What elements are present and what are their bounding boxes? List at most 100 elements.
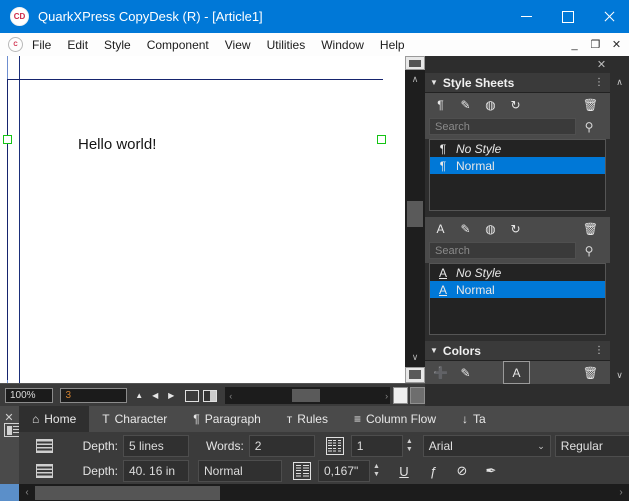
menu-item-view[interactable]: View — [218, 35, 258, 55]
panel-options-icon[interactable]: ⋮ — [594, 347, 604, 354]
font-family-select[interactable]: Arial ⌄ — [423, 435, 551, 457]
search-icon[interactable]: ⚲ — [576, 118, 602, 135]
status-resize-box[interactable] — [393, 387, 408, 404]
panel-scroll-down-icon[interactable]: ∨ — [610, 367, 629, 384]
palette-grip[interactable]: ✕ — [0, 406, 19, 484]
selection-handle-top-right[interactable] — [377, 135, 386, 144]
edit-paragraph-style-icon[interactable]: ✎ — [453, 94, 478, 115]
columns-icon[interactable] — [326, 437, 344, 455]
duplicate-character-style-icon[interactable]: ◍ — [478, 218, 503, 239]
canvas-horizontal-scrollbar[interactable]: ‹ › — [225, 387, 390, 404]
column-gutter-icon[interactable] — [293, 462, 311, 480]
document-canvas[interactable]: Hello world! — [0, 56, 425, 383]
character-style-search-input[interactable] — [429, 242, 576, 259]
paragraph-style-search-input[interactable] — [429, 118, 576, 135]
maximize-button[interactable] — [547, 0, 588, 33]
hscroll-right-button[interactable]: › — [385, 391, 388, 401]
depth-field-inches[interactable] — [123, 460, 189, 482]
canvas-vertical-scrollbar[interactable]: ∧ ∨ — [405, 56, 425, 383]
menu-item-utilities[interactable]: Utilities — [260, 35, 313, 55]
menu-item-file[interactable]: File — [25, 35, 58, 55]
text-box-frame[interactable] — [7, 79, 383, 380]
tab-rules[interactable]: ᴛ Rules — [274, 406, 341, 432]
new-character-style-icon[interactable]: A — [428, 218, 453, 239]
zoom-level-field[interactable]: 100% — [5, 388, 53, 403]
tab-home[interactable]: ⌂ Home — [19, 406, 89, 432]
scroll-down-button[interactable]: ∨ — [405, 349, 425, 366]
columns-field[interactable] — [351, 435, 403, 457]
scrollbar-thumb[interactable] — [407, 201, 423, 227]
layout-depth-icon[interactable] — [36, 439, 53, 453]
character-style-list[interactable]: A No Style A Normal — [429, 263, 606, 335]
tab-column-flow[interactable]: ≡ Column Flow — [341, 406, 449, 432]
scrollbar-bottom-box[interactable] — [405, 367, 425, 383]
list-item[interactable]: ¶ No Style — [430, 140, 605, 157]
palette-scroll-right-icon[interactable]: › — [613, 487, 629, 498]
collapse-triangle-icon[interactable]: ▼ — [430, 78, 438, 87]
minimize-button[interactable] — [506, 0, 547, 33]
list-item[interactable]: A No Style — [430, 264, 605, 281]
hscroll-thumb[interactable] — [292, 389, 320, 402]
palette-scroll-thumb[interactable] — [35, 486, 220, 500]
panel-options-icon[interactable]: ⋮ — [594, 79, 604, 86]
hscroll-left-button[interactable]: ‹ — [225, 391, 237, 401]
underline-button[interactable]: U — [392, 460, 416, 482]
scroll-up-button[interactable]: ∧ — [405, 71, 425, 88]
menu-item-style[interactable]: Style — [97, 35, 138, 55]
update-paragraph-style-icon[interactable]: ↻ — [503, 94, 528, 115]
panel-scroll-strip[interactable]: ∧ ∨ — [610, 56, 629, 406]
tab-tabs[interactable]: ↓ Ta — [449, 406, 499, 432]
new-paragraph-style-icon[interactable]: ¶ — [428, 94, 453, 115]
menu-item-help[interactable]: Help — [373, 35, 412, 55]
words-count-field[interactable] — [249, 435, 315, 457]
list-item[interactable]: ¶ Normal — [430, 157, 605, 174]
no-style-button[interactable]: ⊘ — [450, 460, 474, 482]
style-sheets-panel-header[interactable]: ▼ Style Sheets ⋮ — [425, 73, 610, 93]
page-up-button[interactable]: ▲ — [132, 388, 147, 404]
mdi-close-button[interactable]: ✕ — [606, 35, 627, 54]
palette-close-icon[interactable]: ✕ — [3, 411, 15, 423]
document-page[interactable]: Hello world! — [0, 56, 410, 383]
gutter-width-field[interactable] — [318, 460, 370, 482]
search-icon[interactable]: ⚲ — [576, 242, 602, 259]
columns-stepper[interactable]: ▲▼ — [403, 435, 416, 457]
duplicate-paragraph-style-icon[interactable]: ◍ — [478, 94, 503, 115]
tab-character[interactable]: T Character — [89, 406, 180, 432]
delete-paragraph-style-icon[interactable]: 🗑 — [578, 94, 603, 115]
scrollbar-top-box[interactable] — [405, 56, 425, 70]
palette-scroll-left-icon[interactable]: ‹ — [19, 487, 35, 498]
palette-horizontal-scrollbar[interactable]: ‹ › — [19, 484, 629, 501]
close-button[interactable] — [588, 0, 629, 33]
page-number-field[interactable]: 3 — [60, 388, 126, 403]
single-page-view-button[interactable] — [184, 388, 201, 404]
menu-item-component[interactable]: Component — [140, 35, 216, 55]
paragraph-style-list[interactable]: ¶ No Style ¶ Normal — [429, 139, 606, 211]
format-painter-button[interactable]: ✒ — [479, 460, 503, 482]
document-text[interactable]: Hello world! — [78, 136, 156, 153]
collapse-triangle-icon[interactable]: ▼ — [430, 346, 438, 355]
menu-item-edit[interactable]: Edit — [60, 35, 95, 55]
add-color-icon[interactable]: ➕ — [428, 362, 453, 383]
page-next-button[interactable]: ▶ — [164, 388, 179, 404]
layout-depth-icon-2[interactable] — [36, 464, 53, 478]
depth-field-lines[interactable] — [123, 435, 189, 457]
tab-paragraph[interactable]: ¶ Paragraph — [180, 406, 274, 432]
mdi-minimize-button[interactable]: _ — [564, 35, 585, 54]
list-item[interactable]: A Normal — [430, 281, 605, 298]
delete-color-icon[interactable]: 🗑 — [578, 362, 603, 383]
page-prev-button[interactable]: ◀ — [148, 388, 163, 404]
panel-scroll-up-icon[interactable]: ∧ — [610, 74, 629, 91]
menu-item-window[interactable]: Window — [314, 35, 371, 55]
mdi-restore-button[interactable]: ❐ — [585, 35, 606, 54]
function-button[interactable]: ƒ — [421, 460, 445, 482]
font-style-select[interactable]: Regular ⌄ — [555, 435, 629, 457]
spread-view-button[interactable] — [202, 388, 219, 404]
delete-character-style-icon[interactable]: 🗑 — [578, 218, 603, 239]
edit-character-style-icon[interactable]: ✎ — [453, 218, 478, 239]
panel-close-icon[interactable]: ✕ — [595, 58, 608, 71]
edit-color-icon[interactable]: ✎ — [453, 362, 478, 383]
selection-handle-top-left[interactable] — [3, 135, 12, 144]
gutter-stepper[interactable]: ▲▼ — [370, 460, 383, 482]
text-color-icon[interactable]: A — [503, 361, 530, 384]
update-character-style-icon[interactable]: ↻ — [503, 218, 528, 239]
